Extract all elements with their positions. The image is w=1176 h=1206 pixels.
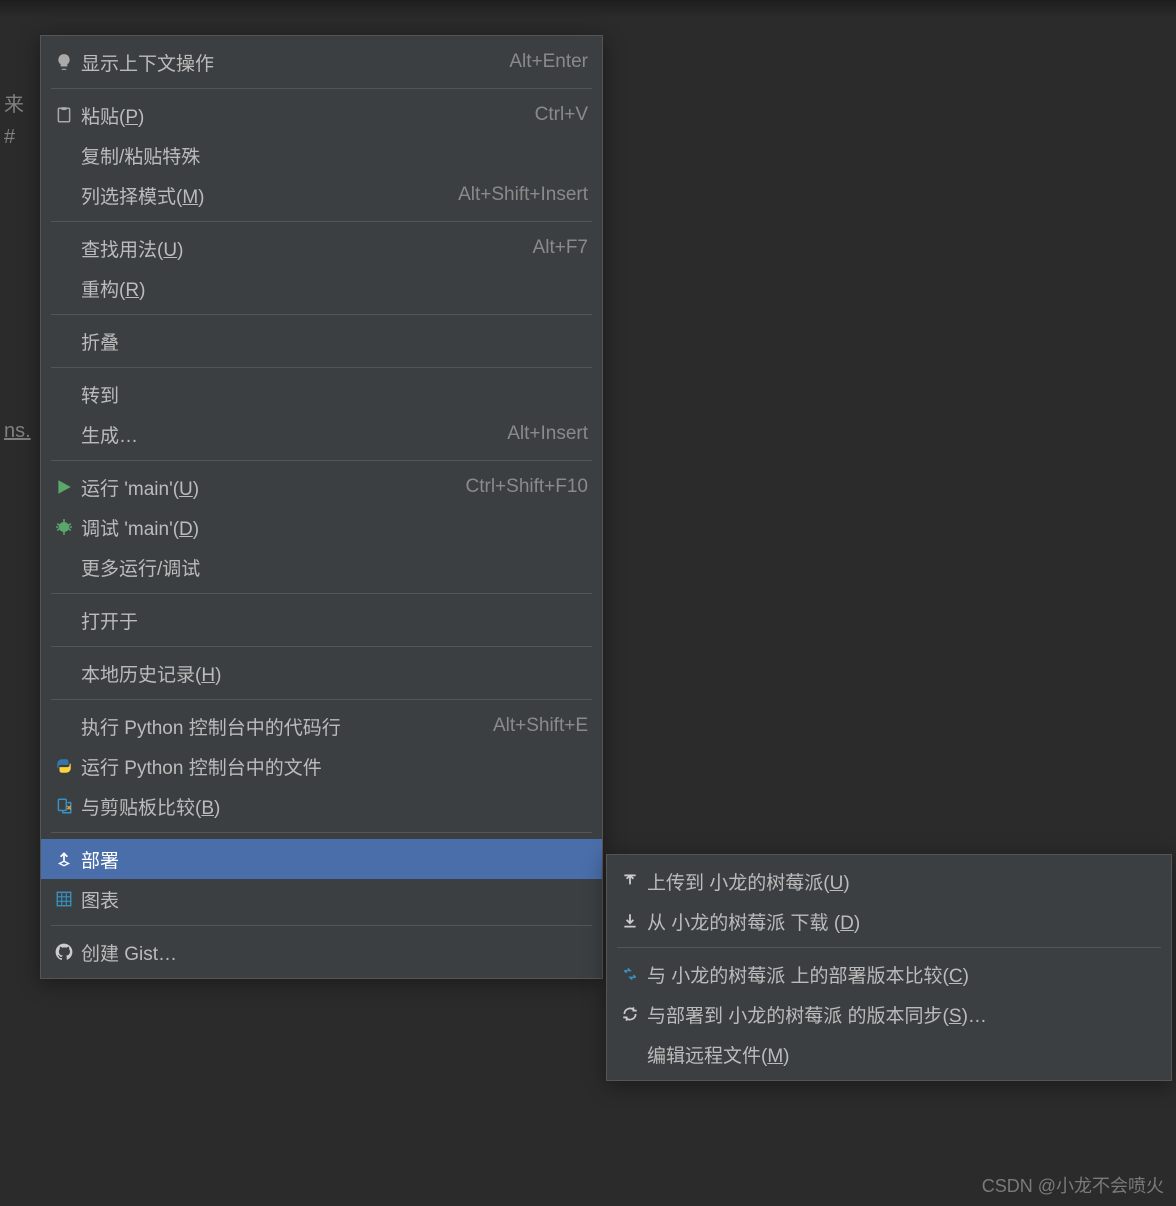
menu-item-label: 生成… [77,421,138,448]
chevron-right-icon [574,853,588,866]
clip-icon [51,797,77,815]
diagram-icon [51,890,77,908]
menu-item-label: 转到 [77,381,119,408]
menu-item-label: 部署 [77,846,119,873]
menu-item[interactable]: 本地历史记录(H) [41,653,602,693]
menu-item[interactable]: 与部署到 小龙的树莓派 的版本同步(S)… [607,994,1171,1034]
menu-item-label: 运行 'main'(U) [77,474,199,501]
chevron-right-icon [574,282,588,295]
menu-item[interactable]: 列选择模式(M) Alt+Shift+Insert [41,175,602,215]
menu-item[interactable]: 显示上下文操作 Alt+Enter [41,42,602,82]
menu-item[interactable]: 调试 'main'(D) [41,507,602,547]
menu-item[interactable]: 与剪贴板比较(B) [41,786,602,826]
menu-item-label: 更多运行/调试 [77,554,200,581]
menu-item[interactable]: 查找用法(U) Alt+F7 [41,228,602,268]
menu-item-label: 粘贴(P) [77,102,144,129]
code-text: ns. [0,420,31,443]
menu-item-label: 复制/粘贴特殊 [77,142,200,169]
chevron-right-icon [574,388,588,401]
run-icon [51,478,77,496]
menu-item[interactable]: 重构(R) [41,268,602,308]
menu-item-label: 执行 Python 控制台中的代码行 [77,713,341,740]
code-text: # [0,126,15,149]
chevron-right-icon [574,149,588,162]
bulb-icon [51,53,77,71]
debug-icon [51,518,77,536]
deploy-icon [51,850,77,868]
chevron-right-icon [574,667,588,680]
menu-item-label: 本地历史记录(H) [77,660,221,687]
menu-item-label: 运行 Python 控制台中的文件 [77,753,322,780]
menu-item-label: 编辑远程文件(M) [643,1041,789,1068]
github-icon [51,943,77,961]
menu-item[interactable]: 更多运行/调试 [41,547,602,587]
upload-icon [617,872,643,890]
menu-item-label: 图表 [77,886,119,913]
menu-item-label: 显示上下文操作 [77,49,214,76]
python-icon [51,757,77,775]
code-text: 来 [0,88,24,117]
chevron-right-icon [574,893,588,906]
paste-icon [51,106,77,124]
menu-item-label: 上传到 小龙的树莓派(U) [643,868,850,895]
chevron-right-icon [574,614,588,627]
chevron-right-icon [574,561,588,574]
menu-item-label: 打开于 [77,607,138,634]
menu-item-label: 调试 'main'(D) [77,514,199,541]
menu-item[interactable]: 复制/粘贴特殊 [41,135,602,175]
sync-icon [617,1005,643,1023]
menu-item-label: 从 小龙的树莓派 下载 (D) [643,908,860,935]
menu-item[interactable]: 折叠 [41,321,602,361]
menu-item[interactable]: 转到 [41,374,602,414]
shortcut: Ctrl+V [535,104,588,126]
menu-item-label: 重构(R) [77,275,145,302]
menu-item-label: 与剪贴板比较(B) [77,793,220,820]
menu-item[interactable]: 生成… Alt+Insert [41,414,602,454]
context-menu: 显示上下文操作Alt+Enter粘贴(P)Ctrl+V复制/粘贴特殊列选择模式(… [40,35,603,979]
deploy-submenu: 上传到 小龙的树莓派(U) 从 小龙的树莓派 下载 (D) 与 小龙的树莓派 上的部… [606,854,1172,1081]
menu-item[interactable]: 打开于 [41,600,602,640]
shortcut: Alt+Shift+E [493,715,588,737]
menu-item-label: 与部署到 小龙的树莓派 的版本同步(S)… [643,1001,987,1028]
menu-item-label: 创建 Gist… [77,939,177,966]
shortcut: Alt+F7 [533,237,588,259]
shortcut: Alt+Shift+Insert [458,184,588,206]
menu-item[interactable]: 粘贴(P) Ctrl+V [41,95,602,135]
menu-item[interactable]: 编辑远程文件(M) [607,1034,1171,1074]
menu-item[interactable]: 从 小龙的树莓派 下载 (D) [607,901,1171,941]
menu-item-label: 与 小龙的树莓派 上的部署版本比较(C) [643,961,969,988]
menu-item[interactable]: 创建 Gist… [41,932,602,972]
menu-item-label: 折叠 [77,328,119,355]
watermark: CSDN @小龙不会喷火 [982,1172,1164,1198]
compare-icon [617,965,643,983]
menu-item[interactable]: 执行 Python 控制台中的代码行 Alt+Shift+E [41,706,602,746]
shortcut: Alt+Enter [509,51,588,73]
shortcut: Ctrl+Shift+F10 [466,476,589,498]
menu-item[interactable]: 部署 [41,839,602,879]
shortcut: Alt+Insert [507,423,588,445]
menu-item[interactable]: 图表 [41,879,602,919]
menu-item-label: 查找用法(U) [77,235,183,262]
menu-item[interactable]: 运行 Python 控制台中的文件 [41,746,602,786]
menu-item[interactable]: 与 小龙的树莓派 上的部署版本比较(C) [607,954,1171,994]
menu-item[interactable]: 运行 'main'(U) Ctrl+Shift+F10 [41,467,602,507]
chevron-right-icon [574,335,588,348]
menu-item-label: 列选择模式(M) [77,182,204,209]
menu-item[interactable]: 上传到 小龙的树莓派(U) [607,861,1171,901]
download-icon [617,912,643,930]
